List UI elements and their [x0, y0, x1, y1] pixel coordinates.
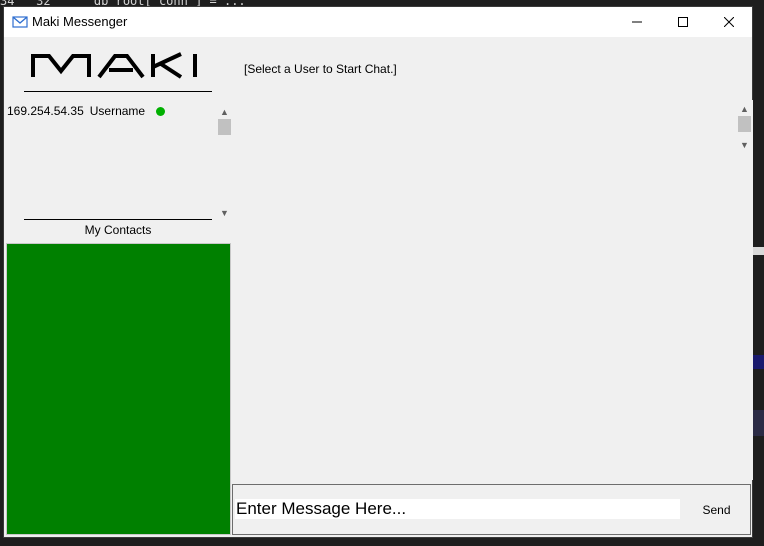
scroll-up-icon[interactable]: ▲: [736, 103, 753, 115]
scroll-down-icon[interactable]: ▼: [216, 207, 233, 219]
scroll-thumb[interactable]: [218, 119, 231, 135]
chat-message-area[interactable]: [232, 100, 753, 480]
background-strip: [752, 410, 764, 436]
close-button[interactable]: [706, 7, 752, 37]
user-name: Username: [89, 104, 146, 118]
chat-header: [Select a User to Start Chat.]: [244, 62, 397, 76]
window-title: Maki Messenger: [32, 14, 128, 29]
messenger-window: Maki Messenger 169.254.54.35 Username ▲ …: [3, 6, 753, 538]
scroll-thumb[interactable]: [738, 116, 751, 132]
user-list-item[interactable]: 169.254.54.35 Username: [7, 104, 166, 118]
user-list-scrollbar[interactable]: ▲ ▼: [216, 106, 233, 219]
send-button[interactable]: Send: [693, 499, 740, 521]
minimize-button[interactable]: [614, 7, 660, 37]
chat-scrollbar[interactable]: ▲ ▼: [736, 103, 753, 151]
contacts-divider: [24, 219, 212, 220]
message-input[interactable]: [235, 499, 680, 519]
mail-icon: [12, 16, 28, 28]
background-strip: [752, 355, 764, 369]
message-composer: Send: [232, 484, 751, 535]
maki-logo: [31, 52, 197, 79]
scroll-down-icon[interactable]: ▼: [736, 139, 753, 151]
online-status-icon: [156, 106, 166, 116]
minimize-icon: [632, 21, 642, 23]
contacts-label: My Contacts: [84, 223, 152, 237]
scroll-up-icon[interactable]: ▲: [216, 106, 233, 118]
contacts-panel: [6, 243, 231, 535]
user-ip: 169.254.54.35: [7, 104, 84, 118]
logo-divider: [24, 91, 212, 92]
title-bar: Maki Messenger: [4, 7, 752, 37]
background-strip: [752, 247, 764, 255]
close-icon: [724, 17, 734, 27]
maximize-button[interactable]: [660, 7, 706, 37]
maximize-icon: [678, 17, 688, 27]
